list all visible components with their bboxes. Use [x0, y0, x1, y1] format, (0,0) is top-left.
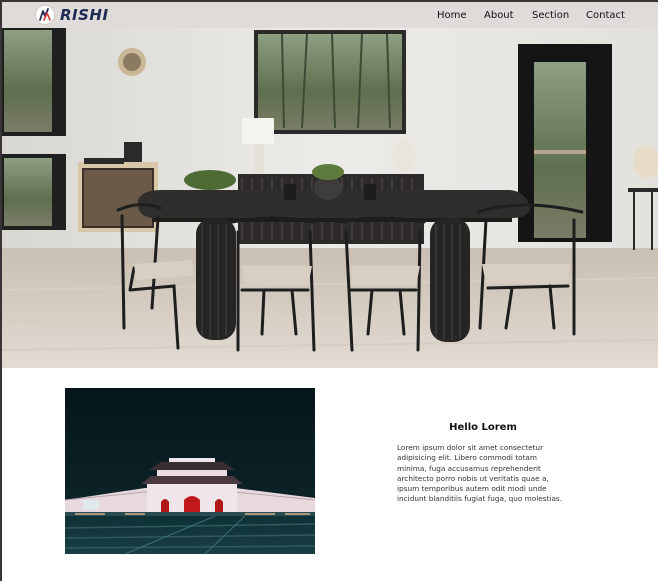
nav-about-link[interactable]: About — [484, 9, 514, 22]
page: RISHI Home About Section Contact Hello L… — [2, 2, 658, 581]
navbar: RISHI Home About Section Contact — [2, 2, 658, 28]
nav-section-link[interactable]: Section — [532, 9, 569, 22]
brand-logo-icon[interactable] — [35, 5, 55, 25]
feature-image — [65, 388, 315, 554]
brand-name[interactable]: RISHI — [60, 5, 109, 25]
nav-home-link[interactable]: Home — [437, 9, 467, 22]
nav-contact-link[interactable]: Contact — [586, 9, 625, 22]
feature-body: Lorem ipsum dolor sit amet consectetur a… — [397, 443, 563, 504]
feature-title: Hello Lorem — [449, 422, 517, 433]
hero-image — [2, 28, 658, 368]
